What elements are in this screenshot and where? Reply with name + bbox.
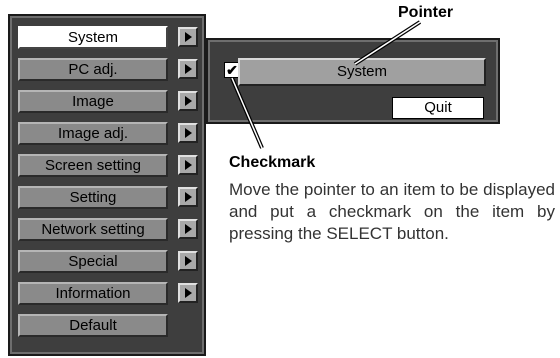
pointer-label: Pointer <box>398 4 454 21</box>
description-text: Move the pointer to an item to be displa… <box>229 180 555 243</box>
checkmark-label: Checkmark <box>229 154 316 171</box>
pointer-callout-line <box>353 20 422 66</box>
checkmark-callout-line <box>230 77 264 149</box>
